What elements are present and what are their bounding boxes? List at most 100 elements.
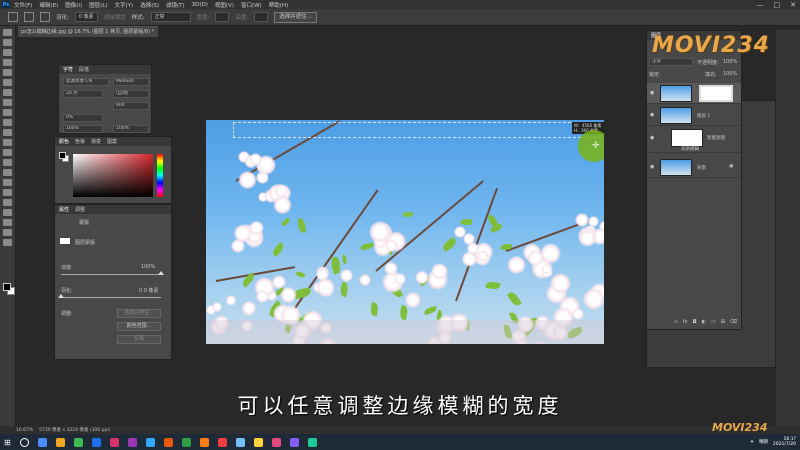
tracking-input[interactable]: 600 (113, 102, 149, 110)
group-icon[interactable]: ▭ (711, 319, 716, 329)
zoom-tool-icon[interactable] (3, 229, 12, 236)
dodge-tool-icon[interactable] (3, 169, 12, 176)
taskbar-app-icon[interactable] (91, 437, 101, 447)
quick-select-tool-icon[interactable] (3, 59, 12, 66)
mask-feather-slider[interactable] (61, 297, 161, 298)
link-icon[interactable]: ∞ (674, 319, 678, 329)
more-tools-icon[interactable] (3, 239, 12, 246)
eye-icon[interactable]: ◉ (650, 90, 654, 96)
menu-window[interactable]: 窗口(W) (241, 1, 262, 9)
mask-feather-slider-knob[interactable] (58, 294, 64, 298)
taskbar-app-icon[interactable] (127, 437, 137, 447)
taskbar-app-icon[interactable] (307, 437, 317, 447)
tab-color[interactable]: 颜色 (59, 138, 69, 145)
eye-icon[interactable]: ◉ (650, 112, 654, 118)
adjustment-icon[interactable]: ◐ (702, 319, 706, 329)
color-fg-swatch[interactable] (59, 152, 66, 159)
menu-view[interactable]: 视图(V) (215, 1, 234, 9)
menu-image[interactable]: 图像(I) (65, 1, 82, 9)
tab-swatches[interactable]: 色板 (75, 138, 85, 145)
gradient-tool-icon[interactable] (3, 149, 12, 156)
taskbar-app-icon[interactable] (199, 437, 209, 447)
taskbar-app-icon[interactable] (253, 437, 263, 447)
taskbar-app-icon[interactable] (217, 437, 227, 447)
feather-input[interactable]: 0 像素 (74, 12, 98, 22)
taskbar-app-icon[interactable] (37, 437, 47, 447)
weather-icon[interactable]: ☀ (750, 440, 754, 445)
layer-mask-thumbnail[interactable] (699, 85, 733, 102)
menu-select[interactable]: 选择(S) (140, 1, 159, 9)
eraser-tool-icon[interactable] (3, 139, 12, 146)
horizontal-scale-input[interactable]: 100% (113, 125, 149, 133)
fx-icon[interactable]: fx (683, 319, 688, 329)
type-tool-icon[interactable] (3, 189, 12, 196)
eye-icon[interactable]: ◉ (650, 164, 654, 170)
height-input[interactable] (254, 12, 269, 22)
mask-select-and-mask-button[interactable]: 选择并遮住... (117, 309, 161, 318)
tab-patterns[interactable]: 图案 (107, 138, 117, 145)
eyedropper-tool-icon[interactable] (3, 89, 12, 96)
style-select[interactable]: 正常 (150, 12, 191, 22)
new-selection-icon[interactable] (24, 12, 34, 22)
taskbar-app-icon[interactable] (145, 437, 155, 447)
taskbar-app-icon[interactable] (73, 437, 83, 447)
add-selection-icon[interactable] (40, 12, 50, 22)
menu-edit[interactable]: 编辑(E) (39, 1, 58, 9)
select-and-mask-button[interactable]: 选择并遮住... (274, 11, 317, 23)
leading-input[interactable]: (自动) (113, 90, 149, 98)
marquee-tool-icon[interactable] (8, 12, 18, 22)
healing-brush-tool-icon[interactable] (3, 99, 12, 106)
antialias-checkbox[interactable]: 消除锯齿 (104, 13, 126, 21)
taskbar-app-icon[interactable] (181, 437, 191, 447)
taskbar-app-icon[interactable] (55, 437, 65, 447)
invert-button[interactable]: 反相 (117, 335, 161, 344)
tab-paragraph[interactable]: 段落 (79, 66, 89, 73)
taskbar-app-icon[interactable] (271, 437, 281, 447)
hand-tool-icon[interactable] (3, 219, 12, 226)
opacity-value[interactable]: 100% (723, 59, 737, 65)
taskbar-app-icon[interactable] (235, 437, 245, 447)
eye-icon[interactable]: ◉ (650, 135, 654, 141)
taskbar-app-icon[interactable] (109, 437, 119, 447)
tab-gradients[interactable]: 渐变 (91, 138, 101, 145)
blur-tool-icon[interactable] (3, 159, 12, 166)
close-icon[interactable]: ✕ (790, 1, 796, 9)
tab-properties[interactable]: 属性 (59, 206, 69, 213)
frame-tool-icon[interactable] (3, 79, 12, 86)
font-style-select[interactable]: Medium (113, 78, 149, 86)
blend-mode-select[interactable]: 正常 (649, 58, 693, 66)
menu-filter[interactable]: 滤镜(T) (166, 1, 185, 9)
marquee-tool-icon[interactable] (3, 39, 12, 46)
zoom-level[interactable]: 16.67% (16, 428, 33, 433)
crop-tool-icon[interactable] (3, 69, 12, 76)
hue-slider[interactable] (157, 154, 163, 197)
tab-adjustments[interactable]: 调整 (75, 206, 85, 213)
menu-file[interactable]: 文件(F) (14, 1, 32, 9)
layer-row-copy[interactable]: ◉ (647, 83, 741, 104)
font-family-select[interactable]: 思源黑体 CN (63, 78, 109, 86)
move-tool-icon[interactable] (3, 29, 12, 36)
layer-row-background[interactable]: ◉ 背景 ▣ (647, 157, 741, 178)
baseline-input[interactable]: 0% (63, 114, 103, 122)
menu-type[interactable]: 文字(Y) (115, 1, 134, 9)
menu-3d[interactable]: 3D(D) (192, 2, 208, 8)
foreground-color-swatch[interactable] (3, 283, 11, 291)
menu-help[interactable]: 帮助(H) (269, 1, 288, 9)
stamp-tool-icon[interactable] (3, 119, 12, 126)
start-icon[interactable]: ⊞ (4, 438, 11, 447)
add-mask-icon[interactable]: ◘ (693, 319, 697, 329)
color-picker-field[interactable] (73, 154, 153, 197)
maximize-icon[interactable]: □ (774, 1, 781, 9)
document-tab[interactable]: ps怎么模糊边缘.jpg @ 16.7% (图层 1 拷贝, 图层蒙版/8) *… (18, 26, 158, 37)
lasso-tool-icon[interactable] (3, 49, 12, 56)
brush-tool-icon[interactable] (3, 109, 12, 116)
taskbar-app-icon[interactable] (289, 437, 299, 447)
width-input[interactable] (215, 12, 230, 22)
path-select-tool-icon[interactable] (3, 199, 12, 206)
history-brush-tool-icon[interactable] (3, 129, 12, 136)
density-value[interactable]: 100% (141, 264, 155, 270)
pen-tool-icon[interactable] (3, 179, 12, 186)
font-size-input[interactable]: 20 点 (63, 90, 103, 98)
layer-row-layer1[interactable]: ◉ 图层 1 (647, 105, 741, 126)
minimize-icon[interactable]: — (757, 1, 764, 9)
